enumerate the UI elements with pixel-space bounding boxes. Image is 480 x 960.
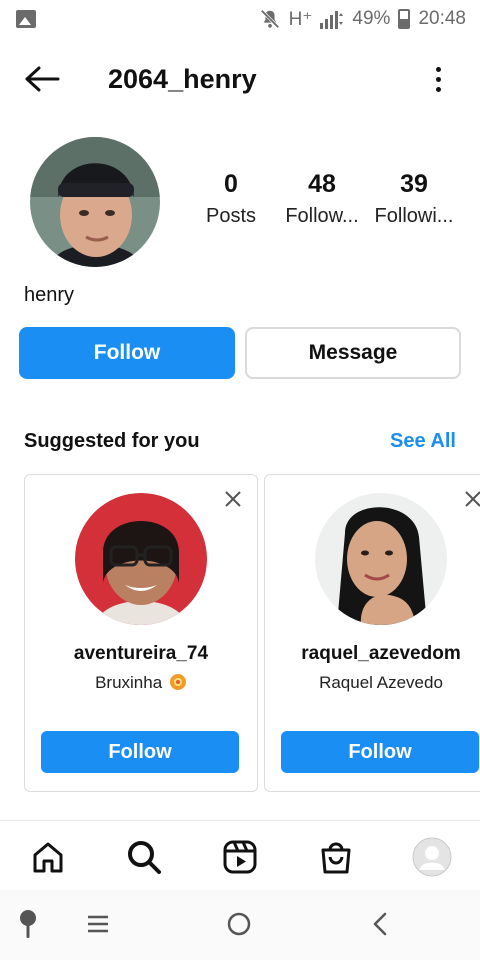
suggested-avatar[interactable]	[75, 493, 207, 625]
shop-icon	[321, 842, 351, 874]
page-title: 2064_henry	[108, 63, 257, 94]
followers-count: 48	[308, 170, 336, 198]
nav-profile[interactable]	[408, 833, 456, 881]
profile-stats: 0 Posts 48 Follow... 39 Followi...	[190, 170, 470, 240]
stat-posts[interactable]: 0 Posts	[186, 170, 276, 228]
suggested-card[interactable]: raquel_azevedom Raquel Azevedo Follow	[264, 474, 480, 792]
following-label: Followi...	[374, 205, 454, 227]
battery-icon	[398, 9, 411, 29]
follow-button[interactable]: Follow	[19, 327, 235, 379]
status-bar: H⁺ 49% 20:48	[0, 0, 480, 38]
following-count: 39	[400, 170, 428, 198]
battery-percent: 49%	[352, 8, 391, 29]
nav-shop[interactable]	[312, 833, 360, 881]
suggested-avatar[interactable]	[315, 493, 447, 625]
sys-back[interactable]	[362, 906, 398, 942]
gallery-icon	[16, 10, 36, 28]
stat-followers[interactable]: 48 Follow...	[277, 170, 367, 228]
see-all-link[interactable]: See All	[390, 430, 456, 453]
nav-reels[interactable]	[216, 833, 264, 881]
arrow-left-icon	[25, 66, 60, 92]
profile-header: 2064_henry	[0, 50, 480, 108]
stat-following[interactable]: 39 Followi...	[369, 170, 459, 228]
mute-icon	[260, 9, 280, 29]
back-chevron-icon	[373, 912, 387, 936]
sys-home[interactable]	[221, 906, 257, 942]
profile-avatar-icon	[412, 837, 452, 877]
message-button[interactable]: Message	[245, 327, 461, 379]
close-icon[interactable]	[223, 489, 243, 509]
suggested-subtitle: Bruxinha	[25, 673, 257, 693]
search-icon	[128, 841, 161, 874]
suggested-subtitle-text: Bruxinha	[95, 673, 163, 692]
suggested-username[interactable]: aventureira_74	[25, 643, 257, 665]
suggested-follow-button[interactable]: Follow	[281, 731, 479, 773]
status-left	[16, 10, 36, 28]
system-nav-bar	[0, 890, 480, 960]
bottom-nav	[0, 820, 480, 890]
home-circle-icon	[227, 912, 251, 936]
suggested-subtitle: Raquel Azevedo	[319, 673, 443, 692]
suggested-card[interactable]: aventureira_74 Bruxinha Follow	[24, 474, 258, 792]
posts-label: Posts	[205, 205, 257, 227]
status-time: 20:48	[418, 8, 466, 29]
more-options-button[interactable]	[426, 59, 450, 99]
followers-label: Follow...	[285, 205, 359, 227]
home-icon	[33, 842, 63, 873]
profile-display-name: henry	[24, 284, 75, 306]
close-icon[interactable]	[463, 489, 480, 509]
recents-icon	[88, 915, 108, 933]
flower-emoji-icon	[169, 674, 186, 690]
suggested-follow-button[interactable]: Follow	[41, 731, 239, 773]
more-vertical-icon	[435, 66, 441, 72]
back-button[interactable]	[12, 50, 72, 108]
suggested-username[interactable]: raquel_azevedom	[265, 643, 480, 665]
nav-search[interactable]	[120, 833, 168, 881]
reels-icon	[223, 840, 257, 874]
suggested-title: Suggested for you	[24, 430, 200, 452]
posts-count: 0	[224, 170, 238, 198]
status-right: H⁺ 49% 20:48	[259, 8, 466, 31]
sys-recents[interactable]	[80, 906, 116, 942]
network-type: H⁺	[288, 8, 313, 30]
signal-icon	[320, 11, 344, 29]
assistant-icon	[20, 910, 36, 938]
suggested-header: Suggested for you See All	[24, 430, 456, 453]
profile-avatar[interactable]	[30, 137, 160, 267]
sys-assistant[interactable]	[10, 906, 46, 942]
nav-home[interactable]	[24, 833, 72, 881]
